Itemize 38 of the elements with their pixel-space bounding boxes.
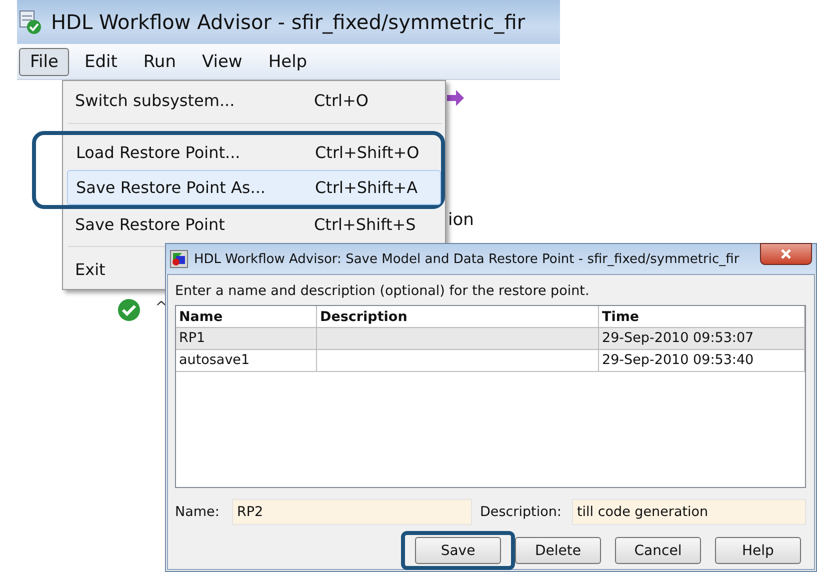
caret-icon[interactable]: ^ [155,298,168,316]
table-cell: 29-Sep-2010 09:53:07 [599,328,805,349]
table-cell: 29-Sep-2010 09:53:40 [599,350,805,371]
dialog-button[interactable]: Delete [515,537,601,564]
menu-title[interactable]: Help [257,48,318,76]
close-button[interactable] [760,243,812,265]
dialog-title: HDL Workflow Advisor: Save Model and Data Restore Point - sfir_fixed/symmetric_fir [194,252,740,266]
dialog-icon [170,250,188,268]
shortcut-text: Ctrl+Shift+O [315,142,420,162]
partial-text: ion [448,210,474,230]
dialog-button[interactable]: Cancel [615,537,701,564]
dialog-button[interactable]: Save [415,537,501,564]
dialog-button[interactable]: Help [715,537,801,564]
menu-item[interactable]: Load Restore Point... Ctrl+Shift+O [67,134,441,170]
field-label: Description: [480,504,562,520]
description-field[interactable]: till code generation [572,499,806,525]
app-icon [19,9,43,35]
check-icon [117,298,141,322]
table-cell: autosave1 [176,350,317,371]
table-row[interactable]: autosave1 29-Sep-2010 09:53:40 [176,350,805,372]
menu-title[interactable]: File [19,48,70,76]
menu-item[interactable]: Save Restore Point As... Ctrl+Shift+A [67,170,441,205]
close-icon [780,248,792,260]
menu-item[interactable]: Save Restore Point Ctrl+Shift+S [66,208,442,240]
shortcut-text: Ctrl+O [314,90,368,110]
menu-title[interactable]: Run [132,48,187,76]
arrow-icon[interactable] [445,88,465,108]
window-title: HDL Workflow Advisor - sfir_fixed/symmetric_fir [51,10,526,34]
shortcut-text: Ctrl+Shift+A [315,178,418,197]
table-cell: RP1 [176,328,317,349]
menu-title[interactable]: Edit [73,48,128,76]
name-field[interactable]: RP2 [232,499,472,525]
shortcut-text: Ctrl+Shift+S [314,214,416,234]
table-row[interactable]: RP1 29-Sep-2010 09:53:07 [176,328,805,350]
menu-title[interactable]: View [190,48,254,76]
instruction-text: Enter a name and description (optional) for the restore point. [175,283,590,299]
field-label: Name: [175,504,220,520]
menu-item[interactable]: Switch subsystem... Ctrl+O [66,85,442,116]
